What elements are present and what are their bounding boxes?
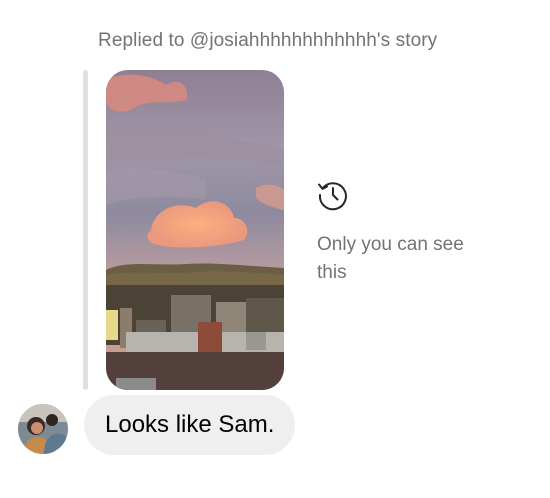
story-thumbnail[interactable]	[106, 70, 284, 390]
avatar-image	[18, 404, 68, 454]
message-text: Looks like Sam.	[105, 411, 275, 438]
reply-context-label: Replied to @josiahhhhhhhhhhhh's story	[98, 30, 438, 51]
history-icon	[318, 182, 347, 211]
sender-avatar[interactable]	[18, 404, 68, 454]
message-bubble[interactable]: Looks like Sam.	[84, 395, 296, 455]
reply-quote-bar	[83, 70, 88, 390]
story-image	[106, 70, 284, 390]
only-you-can-see-note: Only you can see this	[317, 234, 464, 283]
